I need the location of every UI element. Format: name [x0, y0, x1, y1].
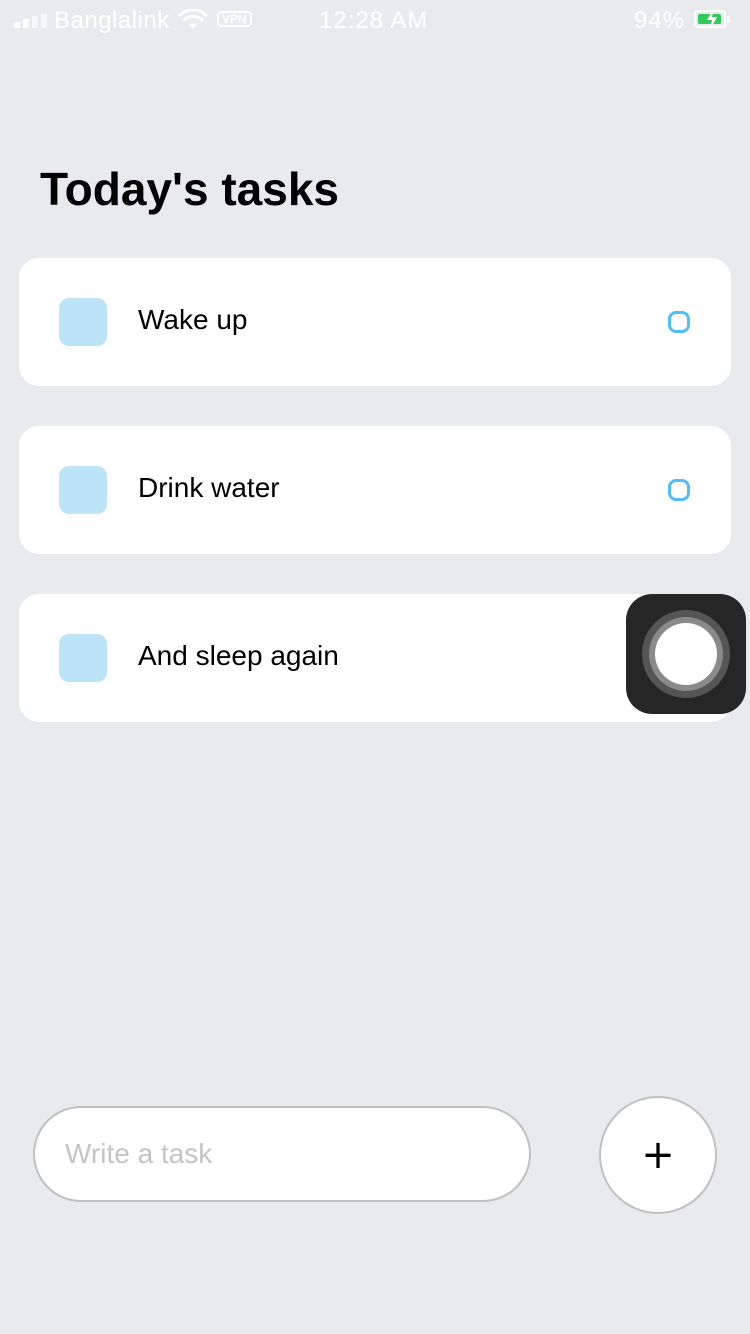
signal-icon	[14, 14, 47, 28]
assistive-touch-icon	[655, 623, 717, 685]
task-label: Drink water	[138, 472, 280, 503]
task-status-circle-icon[interactable]	[668, 311, 690, 333]
status-bar: Banglalink VPN 12:28 AM 94%	[0, 0, 750, 40]
assistive-touch-button[interactable]	[626, 594, 746, 714]
plus-icon: +	[641, 1132, 675, 1178]
vpn-badge: VPN	[217, 11, 252, 27]
task-square-icon	[59, 466, 107, 514]
page-title: Today's tasks	[40, 163, 339, 215]
task-square-icon	[59, 298, 107, 346]
battery-percent: 94%	[634, 7, 686, 34]
charging-bolt-icon	[707, 8, 717, 30]
status-time: 12:28 AM	[319, 7, 429, 34]
task-square-icon	[59, 634, 107, 682]
task-item[interactable]: And sleep again	[19, 594, 731, 722]
task-item[interactable]: Drink water	[19, 426, 731, 554]
task-label: Wake up	[138, 304, 248, 335]
wifi-icon	[178, 9, 208, 29]
task-label: And sleep again	[138, 640, 339, 671]
task-status-circle-icon[interactable]	[668, 479, 690, 501]
carrier-name: Banglalink	[54, 7, 170, 34]
task-item[interactable]: Wake up	[19, 258, 731, 386]
task-input[interactable]	[33, 1106, 531, 1202]
add-task-button[interactable]: +	[599, 1096, 717, 1214]
